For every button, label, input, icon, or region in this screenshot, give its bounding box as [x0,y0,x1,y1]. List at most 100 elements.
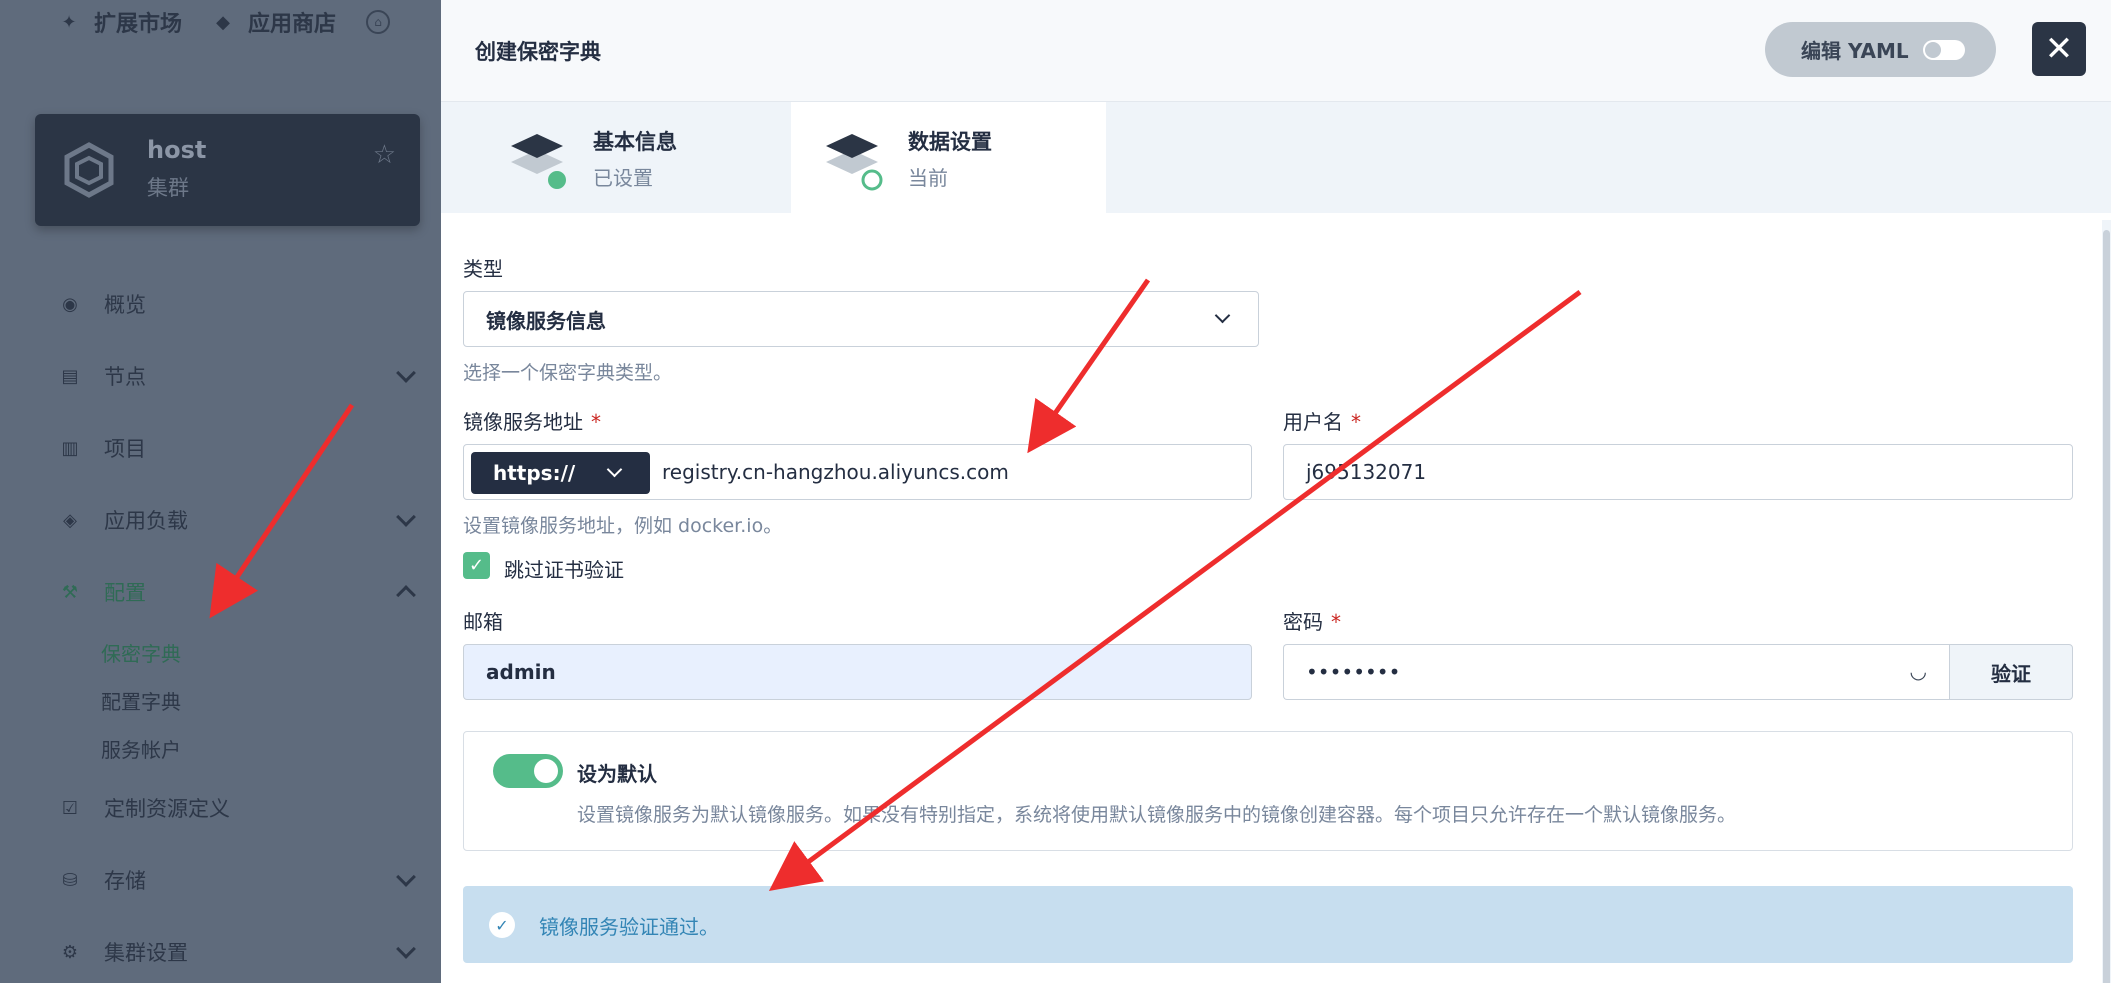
verification-success-banner: ✓ 镜像服务验证通过。 [463,886,2073,963]
chevron-down-icon [1214,307,1231,324]
cluster-type: 集群 [147,176,189,200]
steps-bar: 基本信息 已设置 数据设置 当前 [441,102,2111,213]
username-value: j695132071 [1306,460,1427,484]
username-label: 用户名 * [1283,406,1361,435]
cluster-card[interactable]: host 集群 ☆ [35,114,420,226]
sidebar-item-cluster-settings[interactable]: ⚙ 集群设置 [0,916,441,983]
app-store-link[interactable]: ◆ 应用商店 [212,6,336,38]
type-hint: 选择一个保密字典类型。 [463,362,673,384]
required-mark: * [1351,410,1361,434]
success-message: 镜像服务验证通过。 [539,915,719,939]
sidebar-item-projects[interactable]: ▥ 项目 [0,412,441,484]
sidebar-item-crd[interactable]: ☑ 定制资源定义 [0,772,441,844]
registry-label: 镜像服务地址 * [463,406,601,435]
sidebar-item-label: 定制资源定义 [104,797,230,821]
type-select-value: 镜像服务信息 [486,308,606,333]
email-input[interactable]: admin [463,644,1252,700]
chevron-down-icon [396,867,416,887]
edit-yaml-toggle[interactable]: 编辑 YAML [1765,22,1996,77]
username-label-text: 用户名 [1283,410,1343,434]
protocol-select[interactable]: https:// [471,452,650,494]
set-default-title: 设为默认 [577,762,657,786]
crd-icon: ☑ [61,797,79,819]
hammer-icon: ⚒ [61,581,79,603]
username-input[interactable]: j695132071 [1283,444,2073,500]
sidebar-item-storage[interactable]: ⛁ 存储 [0,844,441,916]
skip-tls-label: 跳过证书验证 [504,558,624,582]
drawer-header: 创建保密字典 编辑 YAML ✕ [441,0,2111,102]
sidebar-item-label: 节点 [104,365,146,389]
chevron-down-icon [396,939,416,959]
yaml-switch[interactable] [1922,39,1965,60]
data-settings-form: 类型 镜像服务信息 选择一个保密字典类型。 镜像服务地址 * https:// r… [441,213,2111,983]
sidebar-subitem-secrets[interactable]: 保密字典 [0,628,441,676]
sidebar-item-label: 应用负载 [104,509,188,533]
chevron-down-icon [606,461,623,478]
registry-hint: 设置镜像服务地址，例如 docker.io。 [463,515,783,537]
gear-icon: ⚙ [61,941,79,963]
sidebar-item-label: 项目 [104,437,146,461]
type-label: 类型 [463,257,503,281]
create-secret-drawer: 创建保密字典 编辑 YAML ✕ 基本信息 已设置 数据设置 当前 类型 镜像服… [441,0,2111,983]
password-input[interactable]: •••••••• ◡ [1283,644,1949,700]
check-icon: ✓ [468,555,485,576]
scrollbar[interactable] [2102,220,2111,983]
close-button[interactable]: ✕ [2032,22,2086,76]
server-icon: ▤ [61,365,79,387]
project-icon: ▥ [61,437,79,459]
edit-yaml-label: 编辑 YAML [1801,39,1909,63]
sidebar-subitem-configmaps[interactable]: 配置字典 [0,676,441,724]
sidebar-item-workloads[interactable]: ◈ 应用负载 [0,484,441,556]
layers-icon: ◆ [216,11,230,33]
set-default-description: 设置镜像服务为默认镜像服务。如果没有特别指定，系统将使用默认镜像服务中的镜像创建… [577,804,1737,826]
step-done-icon [511,134,568,191]
sidebar-item-label: 概览 [104,293,146,317]
step-status: 当前 [908,166,948,190]
scrollbar-thumb[interactable] [2103,230,2110,983]
email-value: admin [486,660,556,684]
database-icon: ⛁ [62,869,78,891]
chevron-down-icon [396,363,416,383]
step-basic-info[interactable]: 基本信息 已设置 [441,102,790,213]
sidebar-item-label: 配置 [104,581,146,605]
star-icon[interactable]: ☆ [373,140,396,170]
required-mark: * [591,410,601,434]
eye-closed-icon[interactable]: ◡ [1910,659,1927,683]
password-value: •••••••• [1306,660,1401,684]
sidebar-item-label: 存储 [104,869,146,893]
drawer-title: 创建保密字典 [475,40,601,64]
more-icon[interactable]: ⌂ [366,10,391,34]
workload-icon: ◈ [63,509,77,531]
password-label: 密码 * [1283,606,1341,635]
sidebar: ✦ 扩展市场 ◆ 应用商店 ⌂ host 集群 ☆ ◉ 概览 ▤ 节点 ▥ 项目 [0,0,441,983]
verify-button[interactable]: 验证 [1949,644,2073,700]
chevron-up-icon [396,585,416,605]
cluster-logo-icon [64,142,114,198]
sidebar-item-config[interactable]: ⚒ 配置 [0,556,441,628]
password-label-text: 密码 [1283,610,1323,634]
set-default-toggle[interactable] [493,754,563,788]
skip-tls-checkbox[interactable]: ✓ [463,552,490,579]
close-icon: ✕ [2044,29,2074,69]
type-select[interactable]: 镜像服务信息 [463,291,1259,347]
sidebar-subitem-service-accounts[interactable]: 服务帐户 [0,724,441,772]
sidebar-item-overview[interactable]: ◉ 概览 [0,268,441,340]
step-title: 基本信息 [593,130,677,154]
registry-address-input[interactable]: https:// registry.cn-hangzhou.aliyuncs.c… [463,444,1252,500]
step-data-settings[interactable]: 数据设置 当前 [791,102,1106,213]
registry-label-text: 镜像服务地址 [463,410,583,434]
set-default-panel: 设为默认 设置镜像服务为默认镜像服务。如果没有特别指定，系统将使用默认镜像服务中… [463,731,2073,851]
check-circle-icon: ✓ [489,912,515,938]
puzzle-icon: ✦ [61,11,77,33]
step-status: 已设置 [593,166,653,190]
email-label: 邮箱 [463,610,503,634]
registry-address-value: registry.cn-hangzhou.aliyuncs.com [662,460,1009,484]
sidebar-item-nodes[interactable]: ▤ 节点 [0,340,441,412]
required-mark: * [1331,610,1341,634]
extensions-link[interactable]: ✦ 扩展市场 [58,6,182,38]
step-title: 数据设置 [908,130,992,154]
sidebar-nav: ◉ 概览 ▤ 节点 ▥ 项目 ◈ 应用负载 ⚒ 配置 保密字典 配置字典 服务帐… [0,268,441,983]
chevron-down-icon [396,507,416,527]
extensions-label: 扩展市场 [94,12,183,37]
app-store-label: 应用商店 [248,12,337,37]
